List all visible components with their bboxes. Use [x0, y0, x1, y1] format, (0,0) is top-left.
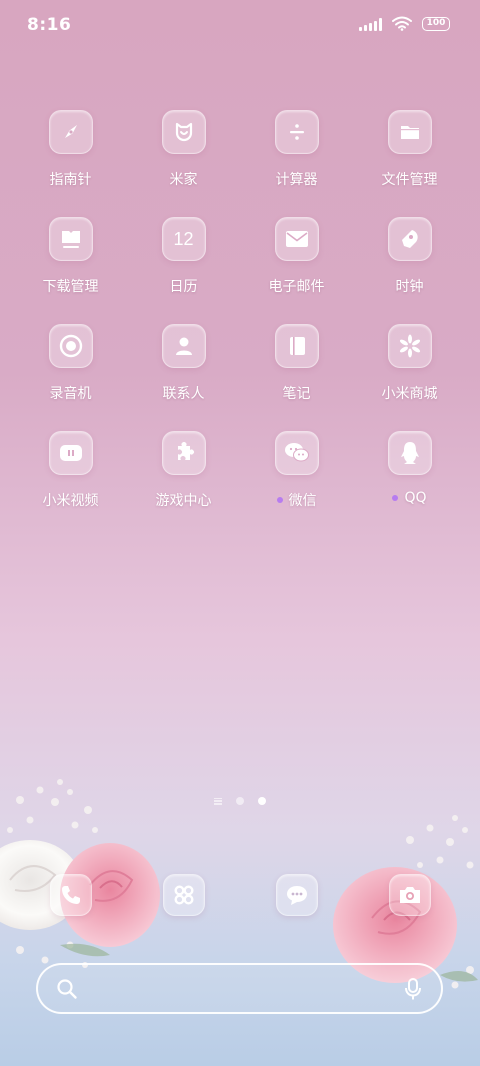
app-mi-video[interactable]: 小米视频 [14, 431, 127, 510]
calendar-icon[interactable]: 12 [161, 217, 206, 261]
calendar-date: 12 [173, 228, 194, 249]
app-calculator[interactable]: 计算器 [240, 110, 353, 189]
app-game-center[interactable]: 游戏中心 [127, 431, 240, 510]
app-label: 文件管理 [381, 172, 438, 188]
page-dot-1[interactable] [236, 797, 244, 805]
page-dot-2-active[interactable] [258, 797, 266, 805]
phone-icon[interactable] [49, 874, 92, 916]
recorder-icon[interactable] [48, 324, 93, 368]
search-icon[interactable] [56, 978, 78, 1000]
dock-camera[interactable] [353, 874, 466, 916]
app-wechat[interactable]: 微信 [240, 431, 353, 510]
app-clock[interactable]: 时钟 [353, 217, 466, 296]
mijia-icon[interactable] [161, 110, 206, 154]
app-label: 小米商城 [381, 386, 438, 402]
app-label: 联系人 [162, 386, 205, 402]
app-compass[interactable]: 指南针 [14, 110, 127, 189]
app-notes[interactable]: 笔记 [240, 324, 353, 403]
dock-launcher[interactable] [127, 874, 240, 916]
calculator-icon[interactable] [274, 110, 319, 154]
new-update-dot [392, 495, 399, 501]
app-calendar[interactable]: 12 日历 [127, 217, 240, 296]
messages-icon[interactable] [275, 874, 318, 916]
app-label: 指南针 [49, 172, 92, 188]
dock [14, 874, 466, 916]
mi-store-icon[interactable] [387, 324, 432, 368]
signal-icon [359, 17, 382, 31]
app-label: 时钟 [395, 279, 424, 295]
app-email[interactable]: 电子邮件 [240, 217, 353, 296]
app-label: 笔记 [282, 386, 311, 402]
wifi-icon [392, 16, 412, 31]
app-download-manager[interactable]: 下载管理 [14, 217, 127, 296]
wallpaper-flowers [0, 779, 478, 989]
download-icon[interactable] [48, 217, 93, 261]
battery-indicator: 100 [422, 16, 450, 31]
new-update-dot [276, 497, 283, 503]
search-bar[interactable] [36, 963, 443, 1014]
mail-icon[interactable] [274, 217, 319, 261]
app-label: 米家 [169, 172, 198, 188]
app-mi-store[interactable]: 小米商城 [353, 324, 466, 403]
page-indicator[interactable] [0, 797, 480, 805]
app-label: 游戏中心 [155, 493, 212, 509]
status-icons: 100 [359, 16, 450, 31]
notes-icon[interactable] [274, 324, 319, 368]
status-bar: 8:16 100 [0, 0, 480, 50]
qq-icon[interactable] [387, 431, 432, 475]
game-center-icon[interactable] [161, 431, 206, 475]
app-qq[interactable]: QQ [353, 431, 466, 510]
app-label: 微信 [276, 490, 317, 510]
dock-phone[interactable] [14, 874, 127, 916]
contacts-icon[interactable] [161, 324, 206, 368]
clock-icon[interactable] [387, 217, 432, 261]
app-drawer-indicator-icon[interactable] [214, 797, 222, 805]
folder-icon[interactable] [387, 110, 432, 154]
status-time: 8:16 [27, 15, 72, 35]
app-label: 计算器 [275, 172, 318, 188]
app-label: 电子邮件 [268, 279, 325, 295]
compass-icon[interactable] [48, 110, 93, 154]
app-recorder[interactable]: 录音机 [14, 324, 127, 403]
app-grid: 指南针 米家 计算器 文件管理 下载管理 12 日历 电子邮件 时钟 录音机 联… [14, 110, 466, 510]
microphone-icon[interactable] [403, 977, 423, 1001]
dock-messages[interactable] [240, 874, 353, 916]
apps-launcher-icon[interactable] [162, 874, 205, 916]
camera-icon[interactable] [388, 874, 431, 916]
wechat-icon[interactable] [274, 431, 319, 475]
app-contacts[interactable]: 联系人 [127, 324, 240, 403]
app-label: 日历 [169, 279, 198, 295]
app-mijia[interactable]: 米家 [127, 110, 240, 189]
app-file-manager[interactable]: 文件管理 [353, 110, 466, 189]
app-label: 下载管理 [42, 279, 99, 295]
app-label: 小米视频 [42, 493, 99, 509]
app-label: QQ [392, 490, 427, 506]
app-label: 录音机 [49, 386, 92, 402]
video-icon[interactable] [48, 431, 93, 475]
